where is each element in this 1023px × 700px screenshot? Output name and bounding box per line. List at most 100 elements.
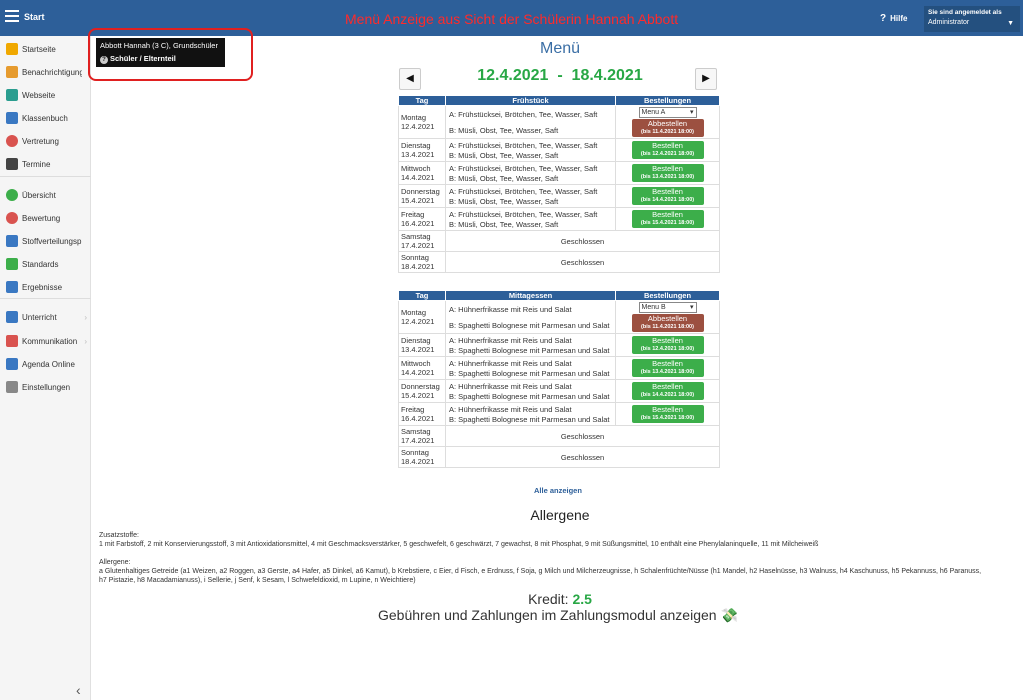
- table-row: Donnerstag 15.4.2021 A: Hühnerfrikasse mit…: [398, 379, 720, 403]
- dish-option-b: B: Spaghetti Bolognese mit Parmesan und …: [449, 391, 610, 401]
- chevron-down-icon: ▾: [689, 304, 694, 311]
- order-button[interactable]: Bestellen (bis 13.4.2021 18:00): [631, 359, 704, 377]
- lunch-table: Tag Mittagessen Bestellungen Montag 12.4.…: [398, 290, 720, 468]
- closed-cell: Geschlossen: [445, 425, 720, 447]
- collapse-sidebar-icon[interactable]: ‹: [76, 682, 81, 698]
- dish-cell: A: Frühstücksei, Brötchen, Tee, Wasser, …: [445, 207, 616, 231]
- day-date: 15.4.2021: [401, 391, 435, 400]
- sidebar-item-einstellungen[interactable]: Einstellungen: [0, 378, 91, 398]
- day-date: 17.4.2021: [401, 241, 435, 250]
- sidebar-item-label: Klassenbuch: [22, 114, 68, 123]
- order-cell: Bestellen (bis 15.4.2021 18:00): [615, 207, 720, 231]
- sidebar-item-vertretung[interactable]: Vertretung: [0, 132, 91, 152]
- sidebar-item-webseite[interactable]: Webseite: [0, 86, 91, 106]
- sidebar-item-klassenbuch[interactable]: Klassenbuch: [0, 109, 91, 129]
- day-cell: Samstag 17.4.2021: [398, 425, 446, 447]
- dish-option-a: A: Hühnerfrikasse mit Reis und Salat: [449, 358, 572, 368]
- login-user: Administrator: [928, 19, 970, 26]
- login-title: Sie sind angemeldet als: [928, 9, 1002, 16]
- order-deadline: (bis 11.4.2021 18:00): [641, 324, 694, 330]
- dish-option-a: A: Hühnerfrikasse mit Reis und Salat: [449, 404, 572, 414]
- dish-option-b: B: Müsli, Obst, Tee, Wasser, Saft: [449, 219, 559, 229]
- order-deadline: (bis 15.4.2021 18:00): [640, 220, 695, 226]
- order-button-label: Abbestellen: [647, 314, 688, 323]
- order-button[interactable]: Bestellen (bis 15.4.2021 18:00): [631, 405, 704, 423]
- dish-option-b: B: Müsli, Obst, Tee, Wasser, Saft: [449, 196, 559, 206]
- question-icon: ?: [880, 13, 887, 24]
- sidebar-item-benachrichtigungen[interactable]: Benachrichtigungen: [0, 63, 91, 83]
- sidebar-item-kommunikation[interactable]: Kommunikation ›: [0, 332, 91, 352]
- sidebar-item-bewertung[interactable]: Bewertung: [0, 209, 91, 229]
- sidebar-item-stoffverteilungsplan[interactable]: Stoffverteilungsplan: [0, 232, 91, 252]
- start-link[interactable]: Start: [24, 12, 45, 22]
- menu-select-value: Menu A: [641, 109, 666, 116]
- column-header-orders: Bestellungen: [615, 95, 720, 106]
- table-row: Samstag 17.4.2021 Geschlossen: [398, 230, 720, 252]
- menu-select[interactable]: Menu A ▾: [638, 107, 697, 118]
- prev-week-button[interactable]: ◀: [399, 68, 421, 90]
- sidebar-item-label: Startseite: [22, 45, 56, 54]
- day-date: 16.4.2021: [401, 414, 435, 423]
- fees-link[interactable]: Gebühren und Zahlungen im Zahlungsmodul …: [378, 607, 748, 624]
- dish-option-b: B: Spaghetti Bolognese mit Parmesan und …: [449, 414, 610, 424]
- order-cell: Bestellen (bis 14.4.2021 18:00): [615, 379, 720, 403]
- day-date: 12.4.2021: [401, 317, 435, 326]
- sidebar-item-standards[interactable]: Standards: [0, 255, 91, 275]
- day-date: 16.4.2021: [401, 219, 435, 228]
- hamburger-menu-icon[interactable]: [5, 10, 19, 22]
- day-date: 18.4.2021: [401, 457, 435, 466]
- sidebar-item-startseite[interactable]: Startseite: [0, 40, 91, 60]
- column-header-day: Tag: [398, 290, 446, 301]
- additives-title: Zusatzstoffe:: [99, 532, 139, 539]
- order-deadline: (bis 13.4.2021 18:00): [640, 174, 695, 180]
- sidebar-item-termine[interactable]: Termine: [0, 155, 91, 175]
- sidebar-item-übersicht[interactable]: Übersicht: [0, 186, 91, 206]
- day-cell: Donnerstag 15.4.2021: [398, 379, 446, 403]
- dish-option-a: A: Frühstücksei, Brötchen, Tee, Wasser, …: [449, 186, 598, 196]
- sidebar-item-unterricht[interactable]: Unterricht ›: [0, 308, 91, 328]
- dish-option-b: B: Spaghetti Bolognese mit Parmesan und …: [449, 368, 610, 378]
- order-button[interactable]: Bestellen (bis 12.4.2021 18:00): [631, 141, 704, 159]
- sidebar-item-label: Einstellungen: [22, 383, 71, 392]
- day-name: Montag: [401, 308, 427, 317]
- day-name: Montag: [401, 113, 427, 122]
- cancel-order-button[interactable]: Abbestellen (bis 11.4.2021 18:00): [631, 119, 704, 137]
- briefcase-icon: [6, 235, 18, 247]
- sidebar-item-ergebnisse[interactable]: Ergebnisse: [0, 278, 91, 298]
- table-row: Sonntag 18.4.2021 Geschlossen: [398, 251, 720, 273]
- order-cell: Bestellen (bis 14.4.2021 18:00): [615, 184, 720, 208]
- additives-text: 1 mit Farbstoff, 2 mit Konservierungssto…: [99, 541, 819, 548]
- day-date: 12.4.2021: [401, 122, 435, 131]
- order-cell: Bestellen (bis 15.4.2021 18:00): [615, 402, 720, 426]
- menu-select[interactable]: Menu B ▾: [638, 302, 697, 313]
- day-name: Freitag: [401, 210, 425, 219]
- dish-cell: A: Hühnerfrikasse mit Reis und Salat B: S…: [445, 333, 616, 357]
- day-cell: Montag 12.4.2021: [398, 300, 446, 334]
- order-button[interactable]: Bestellen (bis 15.4.2021 18:00): [631, 210, 704, 228]
- book-icon: [6, 112, 18, 124]
- order-button[interactable]: Bestellen (bis 14.4.2021 18:00): [631, 382, 704, 400]
- day-cell: Dienstag 13.4.2021: [398, 333, 446, 357]
- order-button[interactable]: Bestellen (bis 12.4.2021 18:00): [631, 336, 704, 354]
- dish-cell: A: Frühstücksei, Brötchen, Tee, Wasser, …: [445, 105, 616, 139]
- allergens-label: Allergene:: [99, 559, 131, 566]
- login-dropdown[interactable]: Sie sind angemeldet als Administrator ▼: [924, 6, 1020, 32]
- dish-option-a: A: Hühnerfrikasse mit Reis und Salat: [449, 335, 572, 345]
- help-button[interactable]: ? Hilfe: [880, 13, 907, 24]
- rating-icon: [6, 212, 18, 224]
- order-button[interactable]: Bestellen (bis 14.4.2021 18:00): [631, 187, 704, 205]
- sidebar-item-label: Agenda Online: [22, 360, 75, 369]
- highlight-frame: [88, 28, 253, 81]
- order-button-label: Bestellen: [652, 164, 683, 173]
- next-week-button[interactable]: ▶: [695, 68, 717, 90]
- dish-cell: A: Hühnerfrikasse mit Reis und Salat B: S…: [445, 379, 616, 403]
- show-all-link[interactable]: Alle anzeigen: [534, 486, 582, 495]
- sidebar-divider: [0, 298, 91, 299]
- star-icon: [6, 43, 18, 55]
- order-button[interactable]: Bestellen (bis 13.4.2021 18:00): [631, 164, 704, 182]
- cancel-order-button[interactable]: Abbestellen (bis 11.4.2021 18:00): [631, 314, 704, 332]
- sidebar-item-agenda-online[interactable]: Agenda Online: [0, 355, 91, 375]
- sidebar-item-label: Bewertung: [22, 214, 61, 223]
- day-name: Freitag: [401, 405, 425, 414]
- shield-icon: [6, 258, 18, 270]
